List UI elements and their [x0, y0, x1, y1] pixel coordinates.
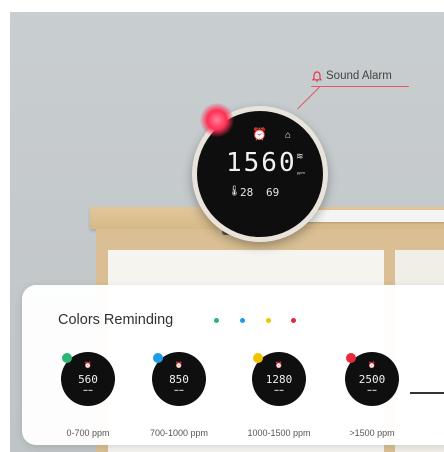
- top-border: [0, 0, 444, 12]
- color-dot-red: [291, 318, 296, 323]
- level-display-4: ⏰ 2500 ▬ ▬: [345, 352, 399, 406]
- color-dot-green: [214, 318, 219, 323]
- card-title: Colors Reminding: [58, 312, 174, 328]
- device-unit: ppm: [297, 170, 305, 175]
- product-scene: ⏰ ⌂ 1560 ≋ ppm 🌡 28 69 Sound Alarm Color…: [0, 0, 444, 452]
- left-border: [0, 0, 10, 452]
- range-label-1: 0-700 ppm: [66, 428, 110, 438]
- level-display-3: ⏰ 1280 ▬ ▬: [252, 352, 306, 406]
- mini-alarm-icon: ⏰: [175, 363, 183, 369]
- level-sub-1: ▬ ▬: [83, 387, 93, 392]
- thermometer-icon: 🌡: [228, 186, 241, 197]
- sound-alarm-callout: Sound Alarm: [312, 70, 392, 82]
- sound-alarm-label: Sound Alarm: [326, 70, 392, 82]
- callout-pointer: [297, 86, 321, 110]
- bell-icon: [312, 70, 322, 82]
- mini-alarm-icon: ⏰: [368, 363, 376, 369]
- device-humidity: 69: [266, 186, 280, 199]
- level-display-1: ⏰ 560 ▬ ▬: [61, 352, 115, 406]
- level-reading-4: 2500: [358, 373, 386, 386]
- level-reading-1: 560: [78, 373, 98, 386]
- mini-alarm-icon: ⏰: [84, 363, 92, 369]
- device-temperature: 28: [240, 186, 254, 199]
- device-cable-edge: [410, 392, 444, 394]
- mini-alarm-icon: ⏰: [275, 363, 283, 369]
- level-reading-3: 1280: [265, 373, 293, 386]
- level-sub-2: ▬ ▬: [174, 387, 184, 392]
- alarm-light: [200, 103, 234, 137]
- level-sub-4: ▬ ▬: [367, 387, 377, 392]
- range-label-2: 700-1000 ppm: [149, 428, 209, 438]
- level-sub-3: ▬ ▬: [274, 387, 284, 392]
- level-display-2: ⏰ 850 ▬ ▬: [152, 352, 206, 406]
- wifi-icon: ≋: [296, 151, 304, 161]
- level-reading-2: 850: [169, 373, 189, 386]
- home-icon: ⌂: [285, 130, 292, 141]
- range-label-4: >1500 ppm: [349, 428, 395, 438]
- range-label-3: 1000-1500 ppm: [247, 428, 311, 438]
- device-co2-reading: 1560: [226, 148, 297, 178]
- callout-underline: [311, 86, 409, 87]
- color-dot-yellow: [266, 318, 271, 323]
- alarm-clock-icon: ⏰: [252, 127, 267, 141]
- usb-cable: [300, 210, 444, 222]
- color-dot-blue: [240, 318, 245, 323]
